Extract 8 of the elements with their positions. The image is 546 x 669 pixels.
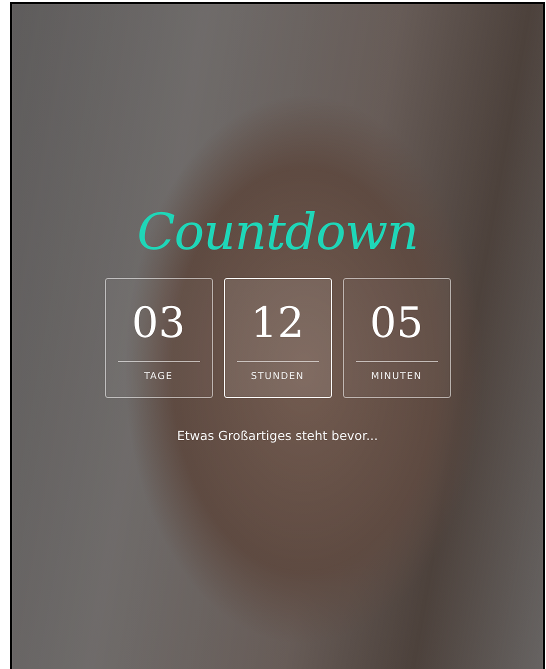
countdown-number: 12 [250, 297, 304, 349]
unit-label: TAGE [144, 371, 173, 382]
countdown-number: 05 [370, 297, 424, 349]
countdown-title: Countdown [137, 202, 418, 263]
tagline: Etwas Großartiges steht bevor... [176, 428, 378, 443]
countdown-number: 03 [132, 297, 186, 349]
unit-label: STUNDEN [250, 371, 304, 382]
unit-label: MINUTEN [371, 371, 422, 382]
